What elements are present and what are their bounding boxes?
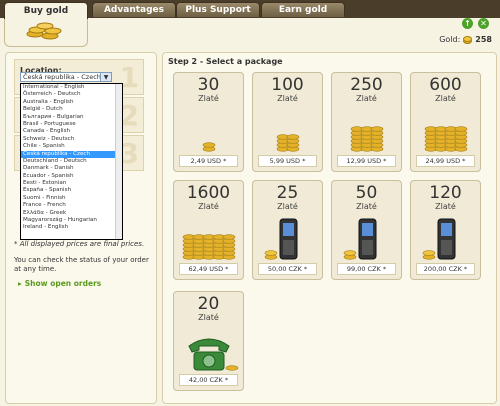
package-price: 12,99 USD * bbox=[337, 155, 396, 167]
gold-label: Gold: bbox=[439, 35, 461, 44]
tab-buy-gold[interactable]: Buy gold bbox=[4, 2, 88, 19]
close-button[interactable]: ✕ bbox=[478, 18, 489, 29]
gold-coins-icon bbox=[182, 234, 236, 260]
location-option[interactable]: Suomi - Finnish bbox=[21, 195, 122, 202]
package-card[interactable]: 1600 Zlaté 62,49 USD * bbox=[173, 180, 244, 280]
package-price: 62,49 USD * bbox=[179, 263, 238, 275]
gold-coins-icon bbox=[276, 134, 300, 152]
location-option[interactable]: Brasil - Portuguese bbox=[21, 121, 122, 128]
package-unit: Zlaté bbox=[435, 202, 456, 211]
package-amount: 600 bbox=[429, 75, 462, 95]
arrow-right-icon: ▸ bbox=[18, 279, 22, 288]
buy-gold-tab-panel bbox=[4, 16, 88, 47]
package-price: 200,00 CZK * bbox=[416, 263, 475, 275]
gold-coins-icon bbox=[202, 142, 216, 152]
gold-coins-icon bbox=[26, 22, 62, 40]
package-card[interactable]: 250 Zlaté 12,99 USD * bbox=[331, 72, 402, 172]
mobile-phone-icon bbox=[343, 218, 377, 260]
package-amount: 120 bbox=[429, 183, 462, 203]
package-unit: Zlaté bbox=[198, 94, 219, 103]
location-select[interactable]: Česká republika - Czech ▼ bbox=[20, 72, 112, 82]
package-unit: Zlaté bbox=[356, 202, 377, 211]
location-option[interactable]: België - Dutch bbox=[21, 106, 122, 113]
order-status-note: You can check the status of your order a… bbox=[14, 256, 149, 273]
location-option[interactable]: Canada - English bbox=[21, 128, 122, 135]
package-card[interactable]: 600 Zlaté 24,99 USD * bbox=[410, 72, 481, 172]
package-unit: Zlaté bbox=[277, 94, 298, 103]
package-price: 5,99 USD * bbox=[258, 155, 317, 167]
location-option[interactable]: Eesti - Estonian bbox=[21, 180, 122, 187]
gold-coins-icon bbox=[350, 126, 384, 152]
package-amount: 100 bbox=[271, 75, 304, 95]
location-option[interactable]: Ecuador - Spanish bbox=[21, 173, 122, 180]
tab-plus-support[interactable]: Plus Support bbox=[176, 2, 260, 17]
package-amount: 250 bbox=[350, 75, 383, 95]
location-option[interactable]: España - Spanish bbox=[21, 187, 122, 194]
location-option[interactable]: Australia - English bbox=[21, 99, 122, 106]
gold-coin-icon bbox=[463, 35, 473, 44]
package-unit: Zlaté bbox=[198, 202, 219, 211]
dropdown-scrollbar[interactable] bbox=[115, 84, 122, 239]
package-amount: 25 bbox=[276, 183, 299, 203]
package-card[interactable]: 30 Zlaté 2,49 USD * bbox=[173, 72, 244, 172]
package-card[interactable]: 50 Zlaté 99,00 CZK * bbox=[331, 180, 402, 280]
package-amount: 30 bbox=[197, 75, 220, 95]
tab-earn-gold[interactable]: Earn gold bbox=[261, 2, 345, 17]
package-card[interactable]: 25 Zlaté 50,00 CZK * bbox=[252, 180, 323, 280]
location-option[interactable]: Magyarország - Hungarian bbox=[21, 217, 122, 224]
location-option[interactable]: France - French bbox=[21, 202, 122, 209]
package-amount: 50 bbox=[355, 183, 378, 203]
location-option[interactable]: Česká republika - Czech bbox=[21, 150, 122, 158]
mobile-phone-icon bbox=[422, 218, 456, 260]
package-price: 50,00 CZK * bbox=[258, 263, 317, 275]
package-unit: Zlaté bbox=[198, 313, 219, 322]
location-option[interactable]: Österreich - Deutsch bbox=[21, 91, 122, 98]
location-select-value: Česká republika - Czech bbox=[23, 73, 101, 81]
package-amount: 1600 bbox=[186, 183, 231, 203]
location-option[interactable]: Danmark - Danish bbox=[21, 165, 122, 172]
package-price: 24,99 USD * bbox=[416, 155, 475, 167]
package-unit: Zlaté bbox=[356, 94, 377, 103]
location-option[interactable]: Ελλάδα - Greek bbox=[21, 210, 122, 217]
chevron-down-icon[interactable]: ▼ bbox=[100, 73, 111, 81]
gold-balance: Gold: 258 bbox=[439, 35, 492, 44]
mobile-phone-icon bbox=[264, 218, 298, 260]
package-amount: 20 bbox=[197, 294, 220, 314]
show-open-orders-label: Show open orders bbox=[24, 279, 102, 288]
package-price: 42,00 CZK * bbox=[179, 374, 238, 386]
landline-phone-icon bbox=[188, 338, 239, 371]
gold-coins-icon bbox=[424, 126, 468, 152]
location-option[interactable]: Deutschland - Deutsch bbox=[21, 158, 122, 165]
step-2-title: Step 2 - Select a package bbox=[168, 57, 283, 66]
location-option[interactable]: България - Bulgarian bbox=[21, 114, 122, 121]
final-prices-note: * All displayed prices are final prices. bbox=[14, 240, 145, 248]
package-price: 99,00 CZK * bbox=[337, 263, 396, 275]
tab-advantages[interactable]: Advantages bbox=[92, 2, 176, 17]
package-card[interactable]: 20 Zlaté 42,00 CZK * bbox=[173, 291, 244, 391]
package-unit: Zlaté bbox=[277, 202, 298, 211]
package-price: 2,49 USD * bbox=[179, 155, 238, 167]
package-card[interactable]: 100 Zlaté 5,99 USD * bbox=[252, 72, 323, 172]
location-dropdown-list[interactable]: International - English Österreich - Deut… bbox=[20, 83, 123, 240]
package-card[interactable]: 120 Zlaté 200,00 CZK * bbox=[410, 180, 481, 280]
location-option[interactable]: Schweiz - Deutsch bbox=[21, 136, 122, 143]
package-unit: Zlaté bbox=[435, 94, 456, 103]
location-option[interactable]: Chile - Spanish bbox=[21, 143, 122, 150]
gold-amount: 258 bbox=[475, 35, 492, 44]
location-option[interactable]: Ireland - English bbox=[21, 224, 122, 231]
info-button[interactable]: ↑ bbox=[462, 18, 473, 29]
show-open-orders-link[interactable]: ▸ Show open orders bbox=[18, 279, 101, 288]
